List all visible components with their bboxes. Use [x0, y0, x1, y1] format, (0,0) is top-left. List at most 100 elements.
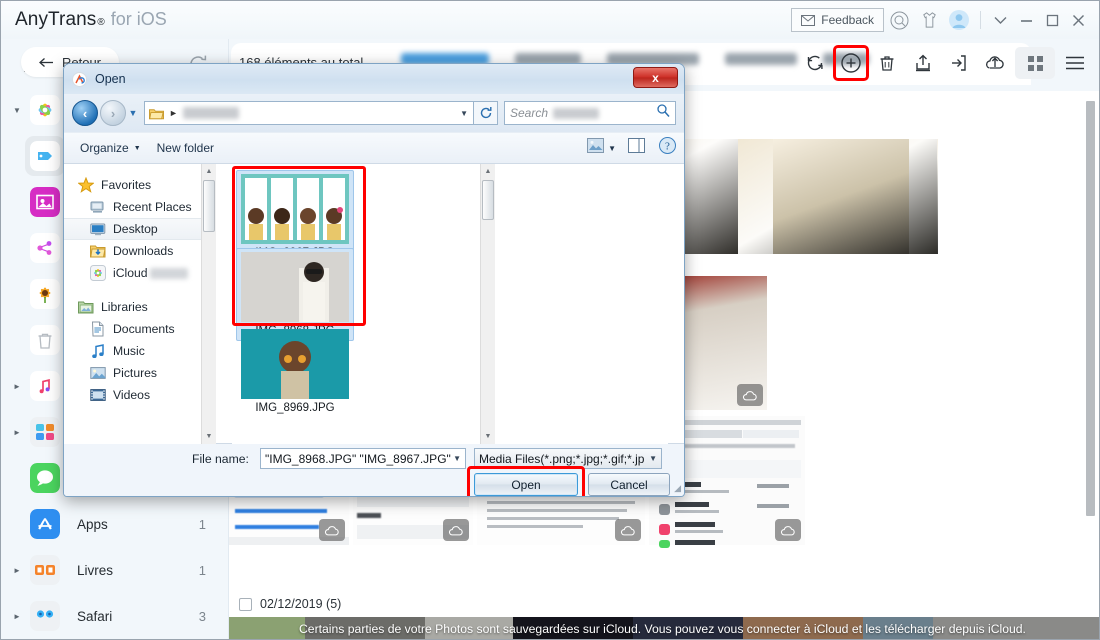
refresh-icon[interactable] — [474, 101, 498, 125]
brand-name: AnyTrans — [15, 9, 97, 30]
scroll-down-icon[interactable]: ▼ — [481, 429, 495, 444]
scroll-up-icon[interactable]: ▲ — [481, 164, 495, 179]
new-folder-label: New folder — [156, 141, 214, 155]
chevron-down-icon[interactable] — [987, 6, 1013, 34]
dialog-close-button[interactable]: x — [633, 67, 678, 88]
back-icon[interactable]: ‹ — [72, 100, 98, 126]
photo-grid-scrollbar[interactable] — [1086, 101, 1095, 571]
photo-thumbnail[interactable] — [773, 139, 909, 254]
icloud-badge — [775, 519, 801, 541]
history-dropdown-icon[interactable]: ▼ — [126, 108, 140, 118]
messages-icon — [30, 463, 60, 493]
places-item-recent-places[interactable]: Recent Places — [64, 196, 216, 218]
sidebar-item-safari[interactable]: ► Safari 3 — [1, 593, 228, 639]
chevron-down-icon[interactable]: ▼ — [453, 454, 461, 463]
places-item-favorites[interactable]: Favorites — [64, 174, 216, 196]
scrollbar-thumb[interactable] — [482, 180, 494, 220]
expand-arrow-icon[interactable]: ▼ — [9, 106, 25, 115]
app-logo: AnyTrans ® for iOS — [15, 9, 167, 31]
refresh-icon[interactable] — [799, 47, 831, 79]
scrollbar-thumb[interactable] — [203, 180, 215, 232]
chevron-down-icon[interactable]: ▼ — [649, 454, 657, 463]
dialog-places-sidebar: Favorites Recent Places Desktop Download… — [64, 164, 216, 444]
file-type-value: Media Files(*.png;*.jpg;*.gif;*.jp — [479, 451, 645, 466]
places-item-videos[interactable]: Videos — [64, 384, 216, 406]
places-item-icloud[interactable]: iCloud — [64, 262, 216, 284]
search-icon — [657, 104, 670, 122]
scrollbar-thumb[interactable] — [1086, 101, 1095, 516]
cancel-button[interactable]: Cancel — [588, 473, 670, 496]
tshirt-icon[interactable] — [914, 6, 944, 34]
expand-arrow-icon[interactable]: ► — [9, 428, 25, 437]
file-thumbnail — [241, 252, 349, 322]
close-icon[interactable] — [1065, 6, 1091, 34]
places-item-label: Music — [113, 344, 145, 358]
sidebar-item-count: 3 — [198, 608, 206, 624]
expand-arrow-icon[interactable]: ► — [9, 382, 25, 391]
places-item-pictures[interactable]: Pictures — [64, 362, 216, 384]
import-icon[interactable] — [943, 47, 975, 79]
expand-arrow-icon[interactable]: ► — [9, 566, 25, 575]
search-input[interactable]: Search — [504, 101, 676, 125]
file-item[interactable]: IMG_8969.JPG — [236, 326, 354, 417]
file-name: IMG_8969.JPG — [255, 402, 335, 414]
icloud-badge — [319, 519, 345, 541]
resize-grip[interactable]: ◢ — [674, 483, 681, 494]
sidebar-item-livres[interactable]: ► Livres 1 — [1, 547, 228, 593]
grid-view-icon[interactable] — [1015, 47, 1055, 79]
open-button[interactable]: Open — [474, 473, 578, 496]
star-icon — [78, 177, 94, 193]
delete-icon[interactable] — [871, 47, 903, 79]
new-folder-button[interactable]: New folder — [149, 141, 222, 155]
places-item-documents[interactable]: Documents — [64, 318, 216, 340]
places-item-label: iCloud — [113, 266, 148, 280]
icloud-badge — [737, 384, 763, 406]
sidebar-item-label: Apps — [77, 516, 108, 532]
chevron-down-icon[interactable]: ▼ — [460, 109, 468, 118]
date-group-checkbox[interactable] — [239, 597, 252, 611]
organize-button[interactable]: Organize ▼ — [72, 141, 149, 155]
preview-pane-icon[interactable] — [628, 138, 645, 158]
view-mode-icon[interactable] — [587, 138, 605, 158]
expand-arrow-icon[interactable]: ► — [9, 612, 25, 621]
mail-icon — [801, 14, 816, 26]
documents-icon — [91, 321, 104, 337]
safari-icon — [30, 601, 60, 631]
scroll-up-icon[interactable]: ▲ — [202, 164, 216, 179]
tab-blurred[interactable] — [725, 53, 797, 65]
breadcrumb-path-blurred[interactable] — [182, 107, 239, 119]
places-item-music[interactable]: Music — [64, 340, 216, 362]
places-item-label: Libraries — [101, 300, 148, 314]
minimize-icon[interactable] — [1013, 6, 1039, 34]
address-bar[interactable]: ► ▼ — [144, 101, 474, 125]
app-store-icon — [30, 509, 60, 539]
feedback-button[interactable]: Feedback — [791, 8, 884, 32]
help-icon[interactable]: ? — [659, 137, 676, 159]
add-icon[interactable] — [833, 45, 869, 81]
forward-icon[interactable]: › — [100, 100, 126, 126]
places-scrollbar[interactable]: ▲ ▼ — [201, 164, 216, 444]
places-item-desktop[interactable]: Desktop — [64, 218, 216, 240]
cloud-icon — [620, 526, 635, 536]
places-item-downloads[interactable]: Downloads — [64, 240, 216, 262]
list-view-icon[interactable] — [1059, 47, 1091, 79]
avatar[interactable] — [944, 6, 974, 34]
svg-text:?: ? — [665, 141, 670, 153]
maximize-icon[interactable] — [1039, 6, 1065, 34]
search-icon[interactable] — [884, 6, 914, 34]
music-icon — [30, 371, 60, 401]
sidebar-item-apps[interactable]: Apps 1 — [1, 501, 228, 547]
places-item-libraries[interactable]: Libraries — [64, 296, 216, 318]
cloud-icon — [448, 526, 463, 536]
file-list: IMG_8967.JPG IMG_8968.JPG — [232, 164, 668, 444]
chevron-down-icon[interactable]: ▼ — [608, 144, 616, 153]
export-icon[interactable] — [907, 47, 939, 79]
file-type-filter[interactable]: Media Files(*.png;*.jpg;*.gif;*.jp ▼ — [474, 448, 662, 469]
file-list-scrollbar[interactable]: ▲ ▼ — [480, 164, 495, 444]
cloud-upload-icon[interactable] — [979, 47, 1011, 79]
sidebar-item-count: 1 — [198, 516, 206, 532]
file-thumbnail — [241, 329, 349, 399]
scroll-down-icon[interactable]: ▼ — [202, 429, 216, 444]
file-name-input[interactable]: "IMG_8968.JPG" "IMG_8967.JPG" ▼ — [260, 448, 466, 469]
search-placeholder: Search — [510, 106, 549, 120]
